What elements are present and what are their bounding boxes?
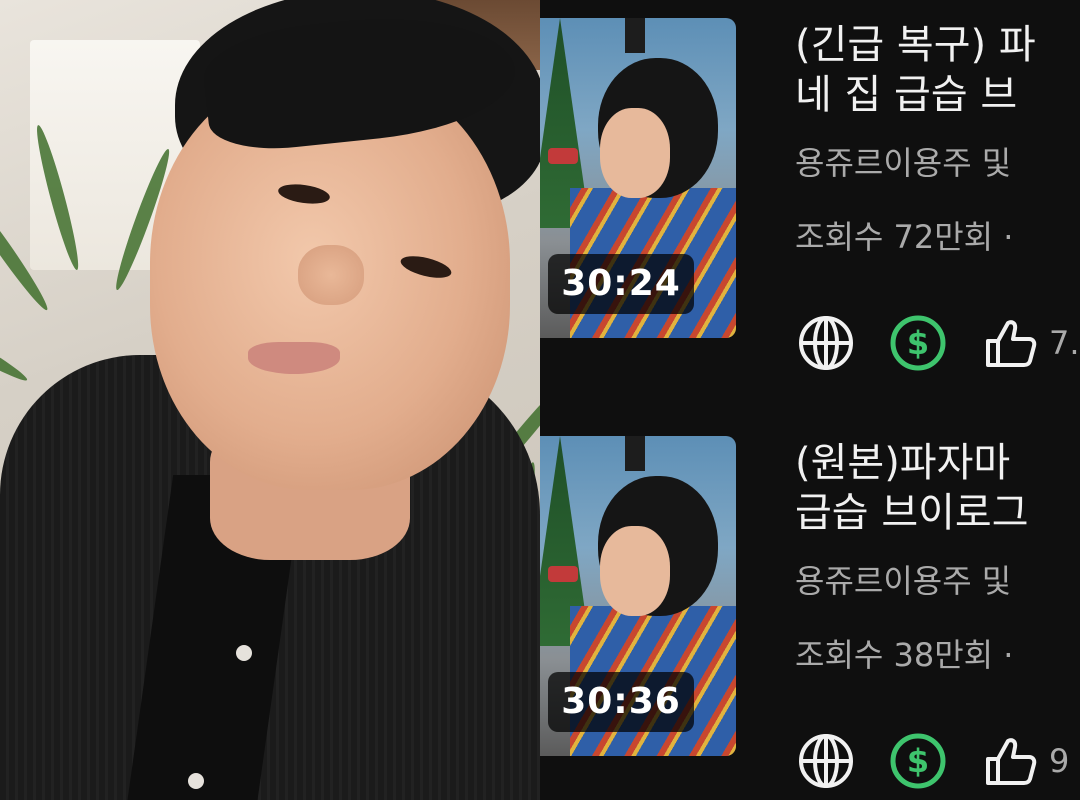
thumb-face (600, 108, 670, 198)
video-item[interactable]: 30:36 (원본)파자마 급습 브이로그 용쥬르이용주 및 조회수 38만회 … (540, 418, 1080, 800)
video-title-line1[interactable]: (긴급 복구) 파 (795, 20, 1080, 70)
thumb-face (600, 526, 670, 616)
duration-badge: 30:36 (548, 672, 694, 732)
channel-name[interactable]: 용쥬르이용주 및 (795, 138, 1080, 184)
nose (298, 245, 364, 305)
video-title-line2[interactable]: 네 집 급습 브 (795, 70, 1080, 120)
dollar-icon[interactable]: $ (887, 312, 949, 374)
video-list: 30:24 (긴급 복구) 파 네 집 급습 브 용쥬르이용주 및 조회수 72… (540, 0, 1080, 800)
mouth (248, 342, 340, 374)
selfie-photo (0, 0, 540, 800)
view-count: 조회수 38만회 · (795, 636, 1014, 674)
ornament (548, 148, 578, 164)
video-item[interactable]: 30:24 (긴급 복구) 파 네 집 급습 브 용쥬르이용주 및 조회수 72… (540, 0, 1080, 400)
duration-badge: 30:24 (548, 254, 694, 314)
video-meta: (원본)파자마 급습 브이로그 용쥬르이용주 및 조회수 38만회 · (795, 438, 1080, 676)
like-count: 7. (1049, 324, 1080, 362)
lamp (625, 436, 645, 471)
lamp (625, 18, 645, 53)
video-thumbnail[interactable]: 30:36 (540, 436, 736, 756)
video-title-line1[interactable]: (원본)파자마 (795, 438, 1080, 488)
thumbs-up-icon[interactable] (979, 312, 1041, 374)
view-count: 조회수 72만회 · (795, 218, 1014, 256)
plant-leaf (0, 298, 31, 387)
shirt-button (188, 773, 204, 789)
action-bar: $ 7. (795, 312, 1080, 374)
dollar-icon[interactable]: $ (887, 730, 949, 792)
globe-icon[interactable] (795, 312, 857, 374)
shirt-button (236, 645, 252, 661)
video-thumbnail[interactable]: 30:24 (540, 18, 736, 338)
svg-text:$: $ (907, 324, 929, 362)
globe-icon[interactable] (795, 730, 857, 792)
action-bar: $ 9 (795, 730, 1069, 792)
like-count: 9 (1049, 742, 1070, 780)
svg-text:$: $ (907, 742, 929, 780)
video-meta: (긴급 복구) 파 네 집 급습 브 용쥬르이용주 및 조회수 72만회 · (795, 20, 1080, 258)
channel-name[interactable]: 용쥬르이용주 및 (795, 556, 1080, 602)
thumbs-up-icon[interactable] (979, 730, 1041, 792)
video-title-line2[interactable]: 급습 브이로그 (795, 488, 1080, 538)
ornament (548, 566, 578, 582)
